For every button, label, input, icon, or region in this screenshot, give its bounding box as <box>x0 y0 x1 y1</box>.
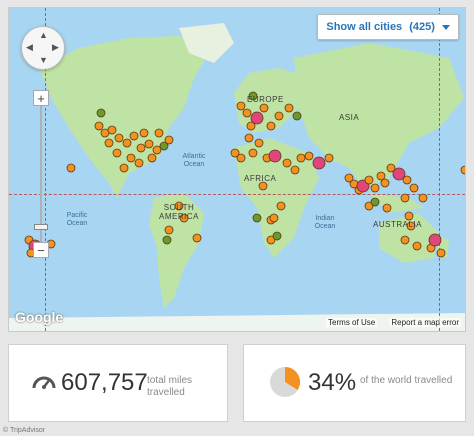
city-marker[interactable] <box>96 108 106 118</box>
miles-value: 607,757 <box>61 369 148 396</box>
city-marker[interactable] <box>129 131 139 141</box>
pan-control[interactable]: ▲ ▼ ◀ ▶ <box>21 26 65 70</box>
show-all-cities-label: Show all cities <box>326 21 403 33</box>
city-marker[interactable] <box>364 175 374 185</box>
world-pie-icon <box>270 367 300 397</box>
label-africa: AFRICA <box>244 174 277 183</box>
terms-of-use-link[interactable]: Terms of Use <box>326 318 378 327</box>
city-marker[interactable] <box>119 163 129 173</box>
city-marker[interactable] <box>312 156 326 170</box>
city-marker[interactable] <box>147 153 157 163</box>
world-value: 34% <box>308 369 357 396</box>
city-marker[interactable] <box>252 213 262 223</box>
city-marker[interactable] <box>382 203 392 213</box>
pan-down-icon[interactable]: ▼ <box>39 56 48 65</box>
city-marker[interactable] <box>292 111 302 121</box>
chevron-down-icon <box>442 24 450 30</box>
city-marker[interactable] <box>290 165 300 175</box>
label-south-america: SOUTH AMERICA <box>159 203 199 221</box>
city-marker[interactable] <box>136 143 146 153</box>
label-australia: AUSTRALIA <box>373 220 422 229</box>
city-marker[interactable] <box>66 163 76 173</box>
report-map-error-link[interactable]: Report a map error <box>389 318 461 327</box>
city-marker[interactable] <box>236 101 246 111</box>
pan-left-icon[interactable]: ◀ <box>26 43 33 52</box>
world-panel: 34% of the world travelled <box>243 344 466 422</box>
city-marker[interactable] <box>296 153 306 163</box>
city-marker[interactable] <box>436 248 446 258</box>
zoom-slider[interactable]: + − <box>33 90 49 258</box>
city-marker[interactable] <box>242 108 252 118</box>
city-marker[interactable] <box>284 103 294 113</box>
city-marker[interactable] <box>370 183 380 193</box>
city-marker[interactable] <box>276 201 286 211</box>
city-marker[interactable] <box>107 125 117 135</box>
city-marker[interactable] <box>250 111 264 125</box>
city-marker[interactable] <box>324 153 334 163</box>
city-marker[interactable] <box>272 231 282 241</box>
label-asia: ASIA <box>339 113 360 122</box>
city-marker[interactable] <box>418 193 428 203</box>
show-all-cities-button[interactable]: Show all cities (425) <box>317 14 459 40</box>
city-marker[interactable] <box>192 233 202 243</box>
city-marker[interactable] <box>104 138 114 148</box>
city-marker[interactable] <box>428 233 442 247</box>
city-marker[interactable] <box>460 165 466 175</box>
city-marker[interactable] <box>409 183 419 193</box>
city-marker[interactable] <box>404 211 414 221</box>
label-atlantic-ocean: Atlantic Ocean <box>182 153 206 168</box>
city-marker[interactable] <box>164 225 174 235</box>
city-marker[interactable] <box>268 149 282 163</box>
city-marker[interactable] <box>380 178 390 188</box>
google-logo: Google <box>15 309 64 325</box>
city-marker[interactable] <box>164 135 174 145</box>
miles-label: total miles travelled <box>147 375 193 398</box>
city-marker[interactable] <box>139 128 149 138</box>
travel-map[interactable]: EUROPE ASIA AFRICA SOUTH AMERICA AUSTRAL… <box>8 7 466 332</box>
city-marker[interactable] <box>122 138 132 148</box>
city-marker[interactable] <box>370 197 380 207</box>
city-marker[interactable] <box>259 103 269 113</box>
zoom-track <box>40 104 42 244</box>
city-marker[interactable] <box>266 121 276 131</box>
city-marker[interactable] <box>282 158 292 168</box>
city-marker[interactable] <box>254 138 264 148</box>
city-marker[interactable] <box>258 181 268 191</box>
city-marker[interactable] <box>402 175 412 185</box>
city-marker[interactable] <box>112 148 122 158</box>
label-pacific-ocean: Pacific Ocean <box>66 212 88 227</box>
pan-right-icon[interactable]: ▶ <box>52 43 59 52</box>
city-marker[interactable] <box>304 151 314 161</box>
city-marker[interactable] <box>144 139 154 149</box>
label-indian-ocean: Indian Ocean <box>314 215 336 230</box>
label-europe: EUROPE <box>247 95 284 104</box>
speedometer-icon <box>32 376 56 389</box>
city-marker[interactable] <box>248 148 258 158</box>
city-marker[interactable] <box>236 153 246 163</box>
city-marker[interactable] <box>126 153 136 163</box>
zoom-handle[interactable] <box>34 224 48 230</box>
map-footer-links: Terms of Use Report a map error <box>316 318 461 327</box>
city-marker[interactable] <box>244 133 254 143</box>
city-marker[interactable] <box>400 193 410 203</box>
zoom-out-button[interactable]: − <box>33 242 49 258</box>
city-marker[interactable] <box>400 235 410 245</box>
city-marker[interactable] <box>162 235 172 245</box>
cities-count: (425) <box>409 21 435 33</box>
city-marker[interactable] <box>154 128 164 138</box>
city-marker[interactable] <box>94 121 104 131</box>
city-marker[interactable] <box>269 213 279 223</box>
city-marker[interactable] <box>114 133 124 143</box>
city-marker[interactable] <box>134 158 144 168</box>
zoom-in-button[interactable]: + <box>33 90 49 106</box>
city-markers[interactable] <box>9 8 466 332</box>
pan-up-icon[interactable]: ▲ <box>39 31 48 40</box>
tripadvisor-credit: © TripAdvisor <box>3 427 46 434</box>
miles-panel: 607,757 total miles travelled <box>8 344 228 422</box>
city-marker[interactable] <box>412 241 422 251</box>
city-marker[interactable] <box>274 111 284 121</box>
world-label: of the world travelled <box>360 375 453 386</box>
